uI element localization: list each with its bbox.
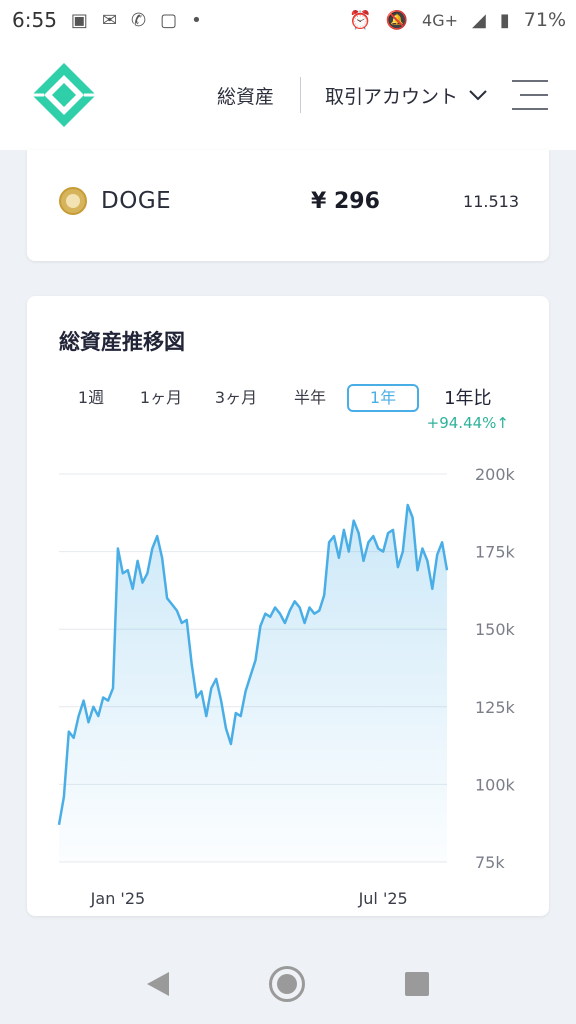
menu-icon[interactable] xyxy=(512,80,548,110)
nav-divider xyxy=(299,77,301,113)
year-comparison: 1年比 +94.44%↑ xyxy=(427,384,509,432)
more-notifications-icon: • xyxy=(191,9,202,31)
doge-coin-icon xyxy=(59,187,87,215)
network-type: 4G+ xyxy=(422,10,459,30)
image-notification-icon: ▣ xyxy=(70,9,88,31)
y-tick-label: 175k xyxy=(475,543,516,562)
nav-trading-account[interactable]: 取引アカウント xyxy=(325,82,488,109)
brand-logo[interactable] xyxy=(30,61,98,129)
battery-icon: ▮ xyxy=(499,9,510,31)
missed-call-icon: ✆ xyxy=(131,9,147,31)
period-tab[interactable]: 1週 xyxy=(59,384,123,412)
y-tick-label: 100k xyxy=(475,775,516,794)
compare-value: +94.44%↑ xyxy=(426,414,509,432)
mail-notification-icon: ✉ xyxy=(101,9,118,31)
total-assets-chart-card: 200k 175k 150k 125k 100k 75k Jan '25 Jul '25 総資… xyxy=(27,296,549,916)
period-tabs: 1週 1ヶ月 3ヶ月 半年 1年 xyxy=(59,384,419,412)
nav-total-assets[interactable]: 総資産 xyxy=(217,82,274,109)
status-time: 6:55 xyxy=(12,8,57,32)
holding-row[interactable]: DOGE ¥ 296 11.513 xyxy=(59,186,519,216)
y-tick-label: 200k xyxy=(475,465,516,484)
x-tick-label: Jan '25 xyxy=(90,889,146,908)
period-tab[interactable]: 半年 xyxy=(275,384,345,412)
nav-trading-account-label: 取引アカウント xyxy=(324,85,458,108)
coin-amount: 11.513 xyxy=(463,191,519,211)
y-tick-label: 150k xyxy=(475,620,516,639)
home-icon[interactable] xyxy=(269,966,305,1002)
period-tab[interactable]: 1年 xyxy=(347,384,419,412)
signal-icon: ◢ xyxy=(472,9,486,31)
app-header: 総資産 取引アカウント xyxy=(0,40,576,150)
alarm-icon: ⏰ xyxy=(349,9,372,31)
back-icon[interactable] xyxy=(147,972,169,996)
status-bar: 6:55 ▣ ✉ ✆ ▢ • ⏰ 🔕 4G+ ◢ ▮ 71% xyxy=(0,0,576,40)
battery-percent: 71% xyxy=(523,9,566,31)
period-tab[interactable]: 3ヶ月 xyxy=(199,384,273,412)
holdings-card: DOGE ¥ 296 11.513 xyxy=(27,150,549,261)
chart-title: 総資産推移図 xyxy=(59,330,185,354)
app-notification-icon: ▢ xyxy=(160,9,178,31)
x-tick-label: Jul '25 xyxy=(358,889,408,908)
y-tick-label: 75k xyxy=(475,853,505,872)
y-tick-label: 125k xyxy=(475,698,516,717)
compare-label: 1年比 xyxy=(444,388,492,409)
period-tab[interactable]: 1ヶ月 xyxy=(125,384,197,412)
header-nav: 総資産 取引アカウント xyxy=(217,77,548,113)
coin-value: ¥ 296 xyxy=(311,188,380,214)
chevron-down-icon xyxy=(469,90,487,101)
mute-icon: 🔕 xyxy=(385,9,409,31)
coin-name: DOGE xyxy=(101,188,172,214)
recent-apps-icon[interactable] xyxy=(405,972,429,996)
system-nav-bar xyxy=(0,944,576,1024)
